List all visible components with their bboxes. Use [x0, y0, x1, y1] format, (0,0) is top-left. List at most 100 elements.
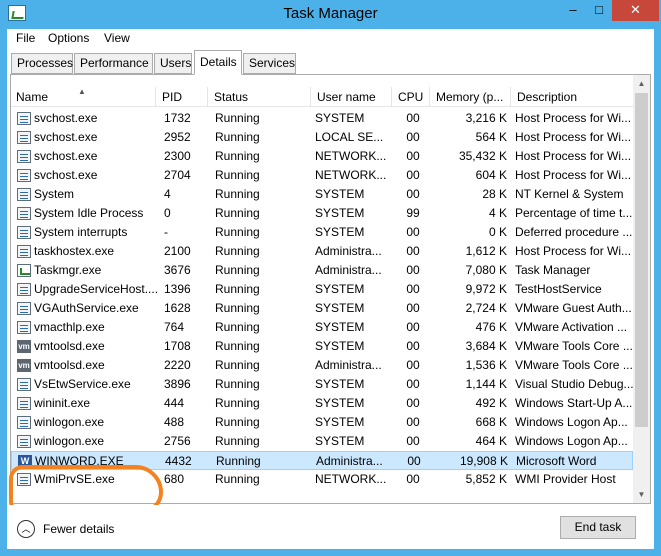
process-status: Running [215, 320, 260, 334]
process-memory: 3,216 K [465, 111, 507, 125]
process-cpu: 00 [406, 111, 420, 125]
column-header-name[interactable]: Name ▲ [11, 87, 156, 107]
process-pid: 3676 [164, 263, 191, 277]
process-memory: 1,144 K [465, 377, 507, 391]
table-row[interactable]: wininit.exe 444 Running SYSTEM 00 492 K Window… [11, 394, 633, 413]
process-description: Host Process for Wi... [515, 149, 632, 163]
process-description: WMI Provider Host [515, 472, 616, 486]
end-task-button[interactable]: End task [560, 516, 636, 539]
process-name: taskhostex.exe [34, 244, 115, 258]
title-bar[interactable]: Task Manager – □ ✕ [0, 0, 661, 28]
vertical-scrollbar[interactable]: ▲ ▼ [633, 75, 650, 503]
process-cpu: 00 [406, 472, 420, 486]
table-row[interactable]: Taskmgr.exe 3676 Running Administra... 00 7,0… [11, 261, 633, 280]
process-cpu: 00 [406, 320, 420, 334]
scroll-up-arrow-icon[interactable]: ▲ [633, 75, 650, 92]
process-memory: 3,684 K [465, 339, 507, 353]
process-pid: 1396 [164, 282, 191, 296]
process-cpu: 00 [406, 130, 420, 144]
process-description: VMware Guest Auth... [515, 301, 632, 315]
process-description: Deferred procedure ... [515, 225, 633, 239]
generic-process-icon [17, 473, 31, 486]
table-row[interactable]: vm vmtoolsd.exe 2220 Running Administra... 00… [11, 356, 633, 375]
table-row[interactable]: svchost.exe 2952 Running LOCAL SE... 00 564 K… [11, 128, 633, 147]
process-name: System Idle Process [34, 206, 144, 220]
tab-processes[interactable]: Processes [11, 53, 73, 74]
generic-process-icon [17, 378, 31, 391]
table-row[interactable]: System 4 Running SYSTEM 00 28 K NT Kernel & Sy… [11, 185, 633, 204]
column-header-pid[interactable]: PID [157, 87, 208, 107]
process-name: svchost.exe [34, 149, 98, 163]
table-row[interactable]: winlogon.exe 2756 Running SYSTEM 00 464 K Wind… [11, 432, 633, 451]
process-memory: 464 K [475, 434, 507, 448]
window-frame: Task Manager – □ ✕ File Options View Pro… [0, 0, 661, 556]
table-row[interactable]: WmiPrvSE.exe 680 Running NETWORK... 00 5,852 … [11, 470, 633, 489]
table-row[interactable]: taskhostex.exe 2100 Running Administra... 00… [11, 242, 633, 261]
generic-process-icon [17, 321, 31, 334]
menu-options[interactable]: Options [48, 31, 89, 45]
process-description: Host Process for Wi... [515, 111, 632, 125]
process-pid: 2300 [164, 149, 191, 163]
menu-file[interactable]: File [16, 31, 35, 45]
task-manager-icon [17, 264, 31, 277]
process-user: NETWORK... [315, 168, 387, 182]
tab-details[interactable]: Details [194, 50, 242, 75]
process-memory: 476 K [475, 320, 507, 334]
process-name: UpgradeServiceHost.... [34, 282, 159, 296]
table-row[interactable]: System Idle Process 0 Running SYSTEM 99 4 K Pe… [11, 204, 633, 223]
process-cpu: 00 [406, 358, 420, 372]
fewer-details-link[interactable]: Fewer details [43, 522, 114, 536]
process-cpu: 00 [406, 244, 420, 258]
scroll-down-arrow-icon[interactable]: ▼ [633, 486, 650, 503]
table-row[interactable]: UpgradeServiceHost.... 1396 Running SYSTEM 0… [11, 280, 633, 299]
table-row[interactable]: VGAuthService.exe 1628 Running SYSTEM 00 2,72… [11, 299, 633, 318]
process-status: Running [215, 358, 260, 372]
process-cpu: 00 [406, 225, 420, 239]
generic-process-icon [17, 150, 31, 163]
generic-process-icon [17, 416, 31, 429]
process-status: Running [215, 149, 260, 163]
process-memory: 7,080 K [465, 263, 507, 277]
process-user: SYSTEM [315, 187, 365, 201]
tab-services[interactable]: Services [243, 53, 296, 74]
process-user: SYSTEM [315, 282, 365, 296]
maximize-button[interactable]: □ [586, 0, 612, 21]
process-status: Running [215, 130, 260, 144]
process-cpu: 00 [406, 263, 420, 277]
column-header-memory[interactable]: Memory (p... [431, 87, 511, 107]
column-header-status[interactable]: Status [209, 87, 311, 107]
column-header-description[interactable]: Description [512, 87, 633, 107]
process-description: VMware Activation ... [515, 320, 628, 334]
process-status: Running [216, 454, 261, 468]
menu-view[interactable]: View [104, 31, 130, 45]
table-row[interactable]: vm vmtoolsd.exe 1708 Running SYSTEM 00 3,684 K… [11, 337, 633, 356]
tab-users[interactable]: Users [154, 53, 192, 74]
process-description: Visual Studio Debug... [515, 377, 633, 391]
table-row[interactable]: System interrupts - Running SYSTEM 00 0 K Defe… [11, 223, 633, 242]
column-header-user-name[interactable]: User name [312, 87, 392, 107]
tab-performance[interactable]: Performance [74, 53, 153, 74]
chevron-up-icon[interactable]: ︿ [17, 520, 35, 538]
scrollbar-thumb[interactable] [635, 93, 648, 427]
table-row[interactable]: W WINWORD.EXE 4432 Running Administra... 00 19… [11, 451, 633, 470]
process-status: Running [215, 111, 260, 125]
table-row[interactable]: VsEtwService.exe 3896 Running SYSTEM 00 1,144… [11, 375, 633, 394]
process-description: Microsoft Word [516, 454, 597, 468]
process-memory: 1,536 K [465, 358, 507, 372]
table-row[interactable]: svchost.exe 2704 Running NETWORK... 00 604 K H… [11, 166, 633, 185]
process-name: VGAuthService.exe [34, 301, 139, 315]
process-pid: 2704 [164, 168, 191, 182]
process-cpu: 00 [406, 434, 420, 448]
process-description: TestHostService [515, 282, 602, 296]
process-user: Administra... [315, 263, 382, 277]
process-user: SYSTEM [315, 415, 365, 429]
table-row[interactable]: svchost.exe 1732 Running SYSTEM 00 3,216 K Hos… [11, 109, 633, 128]
table-row[interactable]: vmacthlp.exe 764 Running SYSTEM 00 476 K VMwar… [11, 318, 633, 337]
close-button[interactable]: ✕ [612, 0, 659, 21]
column-header-cpu[interactable]: CPU [393, 87, 430, 107]
minimize-button[interactable]: – [560, 0, 586, 21]
process-user: SYSTEM [315, 377, 365, 391]
process-description: Host Process for Wi... [515, 130, 632, 144]
table-row[interactable]: winlogon.exe 488 Running SYSTEM 00 668 K Windo… [11, 413, 633, 432]
table-row[interactable]: svchost.exe 2300 Running NETWORK... 00 35,432… [11, 147, 633, 166]
